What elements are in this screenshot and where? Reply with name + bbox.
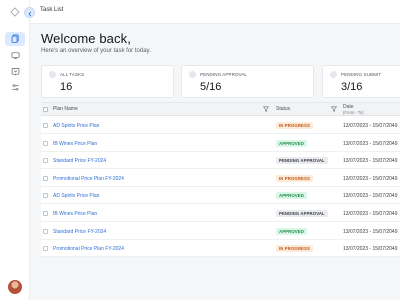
chevron-left-icon — [27, 4, 33, 22]
row-checkbox[interactable] — [43, 228, 48, 234]
page-subtitle: Here's an overview of your task for toda… — [41, 48, 151, 54]
table-row[interactable]: IB Wines Price Plan PENDING APPROVAL 13/07… — [41, 205, 400, 222]
nav-monitor[interactable] — [5, 49, 25, 63]
filter-icon[interactable] — [263, 106, 269, 112]
status-badge: APPROVED — [276, 192, 307, 200]
page-title: Welcome back, — [41, 31, 131, 46]
plan-name-link[interactable]: Promotional Price Plan FY-2024 — [53, 176, 124, 182]
column-plan-name: Plan Name — [53, 106, 78, 112]
card-pending-submit[interactable]: PENDING SUBMIT 3/16 — [322, 65, 400, 98]
sidebar — [0, 0, 30, 300]
card-icon — [330, 71, 337, 78]
table-row[interactable]: IB Wines Price Plan APPROVED 13/07/2023 - … — [41, 135, 400, 152]
status-badge: APPROVED — [276, 139, 307, 147]
table-header: Plan Name Status Date (From - To) — [41, 103, 400, 116]
breadcrumb: Task List — [40, 7, 64, 13]
plan-name-link[interactable]: IB Wines Price Plan — [53, 141, 97, 147]
date-range: 13/07/2023 - 15/07/2049 — [343, 246, 398, 253]
status-badge: IN PROGRESS — [276, 245, 313, 253]
table-row[interactable]: Promotional Price Plan FY-2024 IN PROGRES… — [41, 240, 400, 258]
status-badge: APPROVED — [276, 227, 307, 235]
row-checkbox[interactable] — [43, 123, 48, 128]
table-row[interactable]: Promotional Price Plan FY-2024 IN PROGRES… — [41, 170, 400, 187]
nav-inbox[interactable] — [5, 65, 25, 79]
filter-icon[interactable] — [331, 106, 337, 112]
nav-settings[interactable] — [5, 81, 25, 95]
card-label: ALL TASKS — [60, 72, 85, 77]
card-icon — [49, 71, 56, 78]
plan-name-link[interactable]: AD Spirits Price Plan — [53, 193, 99, 199]
table-row[interactable]: AD Spirits Price Plan APPROVED 13/07/2023 … — [41, 187, 400, 205]
status-badge: PENDING APPROVAL — [276, 157, 328, 165]
date-range: 13/07/2023 - 15/07/2049 — [343, 211, 398, 217]
date-range: 13/07/2023 - 15/07/2049 — [343, 175, 398, 182]
row-checkbox[interactable] — [43, 193, 48, 199]
top-bar: Task List — [24, 0, 400, 24]
row-checkbox[interactable] — [43, 246, 48, 252]
card-label: PENDING SUBMIT — [341, 72, 382, 77]
task-table: Plan Name Status Date (From - To) AD Spi… — [41, 102, 400, 258]
plan-name-link[interactable]: Standard Price FY-2024 — [53, 158, 106, 164]
card-value: 5/16 — [200, 81, 222, 93]
card-pending-approval[interactable]: PENDING APPROVAL 5/16 — [181, 65, 314, 98]
card-value: 3/16 — [341, 81, 363, 93]
settings-sliders-icon — [11, 79, 20, 97]
back-button[interactable] — [24, 7, 35, 18]
avatar[interactable] — [8, 280, 22, 294]
row-checkbox[interactable] — [43, 158, 48, 164]
row-checkbox[interactable] — [43, 211, 48, 216]
card-value: 16 — [60, 81, 73, 93]
column-status: Status — [276, 106, 291, 112]
row-checkbox[interactable] — [43, 175, 48, 181]
plan-name-link[interactable]: Standard Price FY-2024 — [53, 229, 106, 235]
card-all-tasks[interactable]: ALL TASKS 16 — [41, 65, 174, 98]
plan-name-link[interactable]: AD Spirits Price Plan — [53, 123, 99, 129]
documents-icon — [11, 30, 20, 48]
date-range: 13/07/2023 - 15/07/2049 — [343, 123, 398, 129]
row-checkbox[interactable] — [43, 140, 48, 146]
nav-documents[interactable] — [5, 32, 25, 46]
date-range: 13/07/2023 - 15/07/2049 — [343, 193, 398, 200]
date-range: 13/07/2023 - 15/07/2049 — [343, 140, 398, 147]
status-badge: IN PROGRESS — [276, 122, 313, 129]
column-date-range: (From - To) — [343, 110, 364, 115]
date-range: 13/07/2023 - 15/07/2049 — [343, 228, 398, 235]
table-row[interactable]: Standard Price FY-2024 PENDING APPROVAL 13… — [41, 152, 400, 170]
card-label: PENDING APPROVAL — [200, 72, 248, 77]
status-badge: IN PROGRESS — [276, 174, 313, 182]
card-icon — [189, 71, 196, 78]
plan-name-link[interactable]: IB Wines Price Plan — [53, 211, 97, 217]
date-range: 13/07/2023 - 15/07/2049 — [343, 158, 398, 165]
select-all-checkbox[interactable] — [43, 107, 48, 112]
table-row[interactable]: Standard Price FY-2024 APPROVED 13/07/2023… — [41, 223, 400, 240]
table-row[interactable]: AD Spirits Price Plan IN PROGRESS 13/07/20… — [41, 117, 400, 134]
status-badge: PENDING APPROVAL — [276, 210, 328, 217]
plan-name-link[interactable]: Promotional Price Plan FY-2024 — [53, 246, 124, 252]
